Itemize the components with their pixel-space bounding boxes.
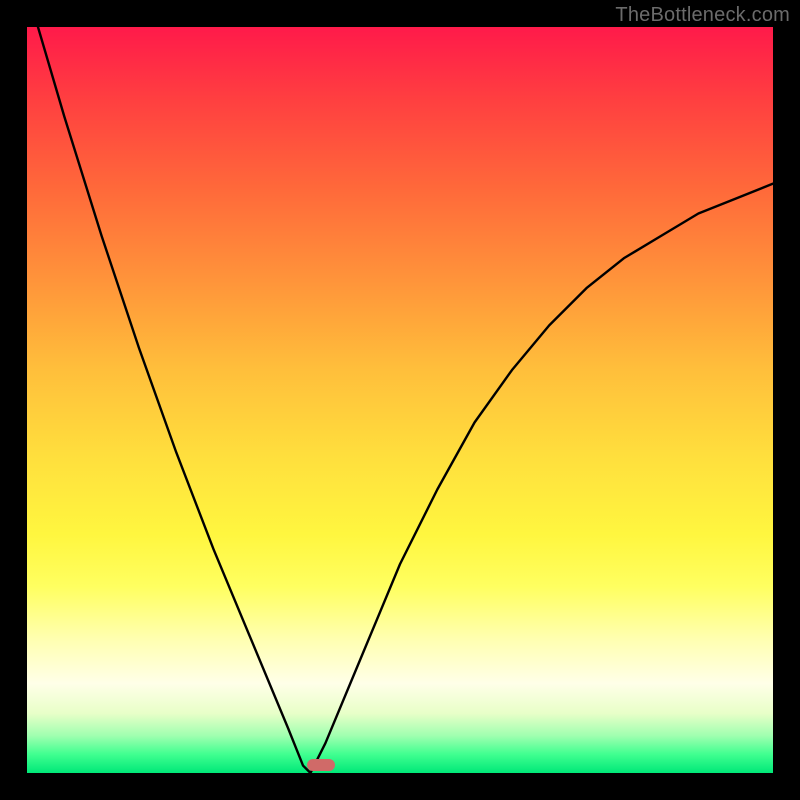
watermark-text: TheBottleneck.com <box>615 4 790 27</box>
bottleneck-curve <box>27 27 773 773</box>
plot-area <box>27 27 773 773</box>
optimal-marker <box>307 759 335 771</box>
chart-frame: TheBottleneck.com <box>0 0 800 800</box>
